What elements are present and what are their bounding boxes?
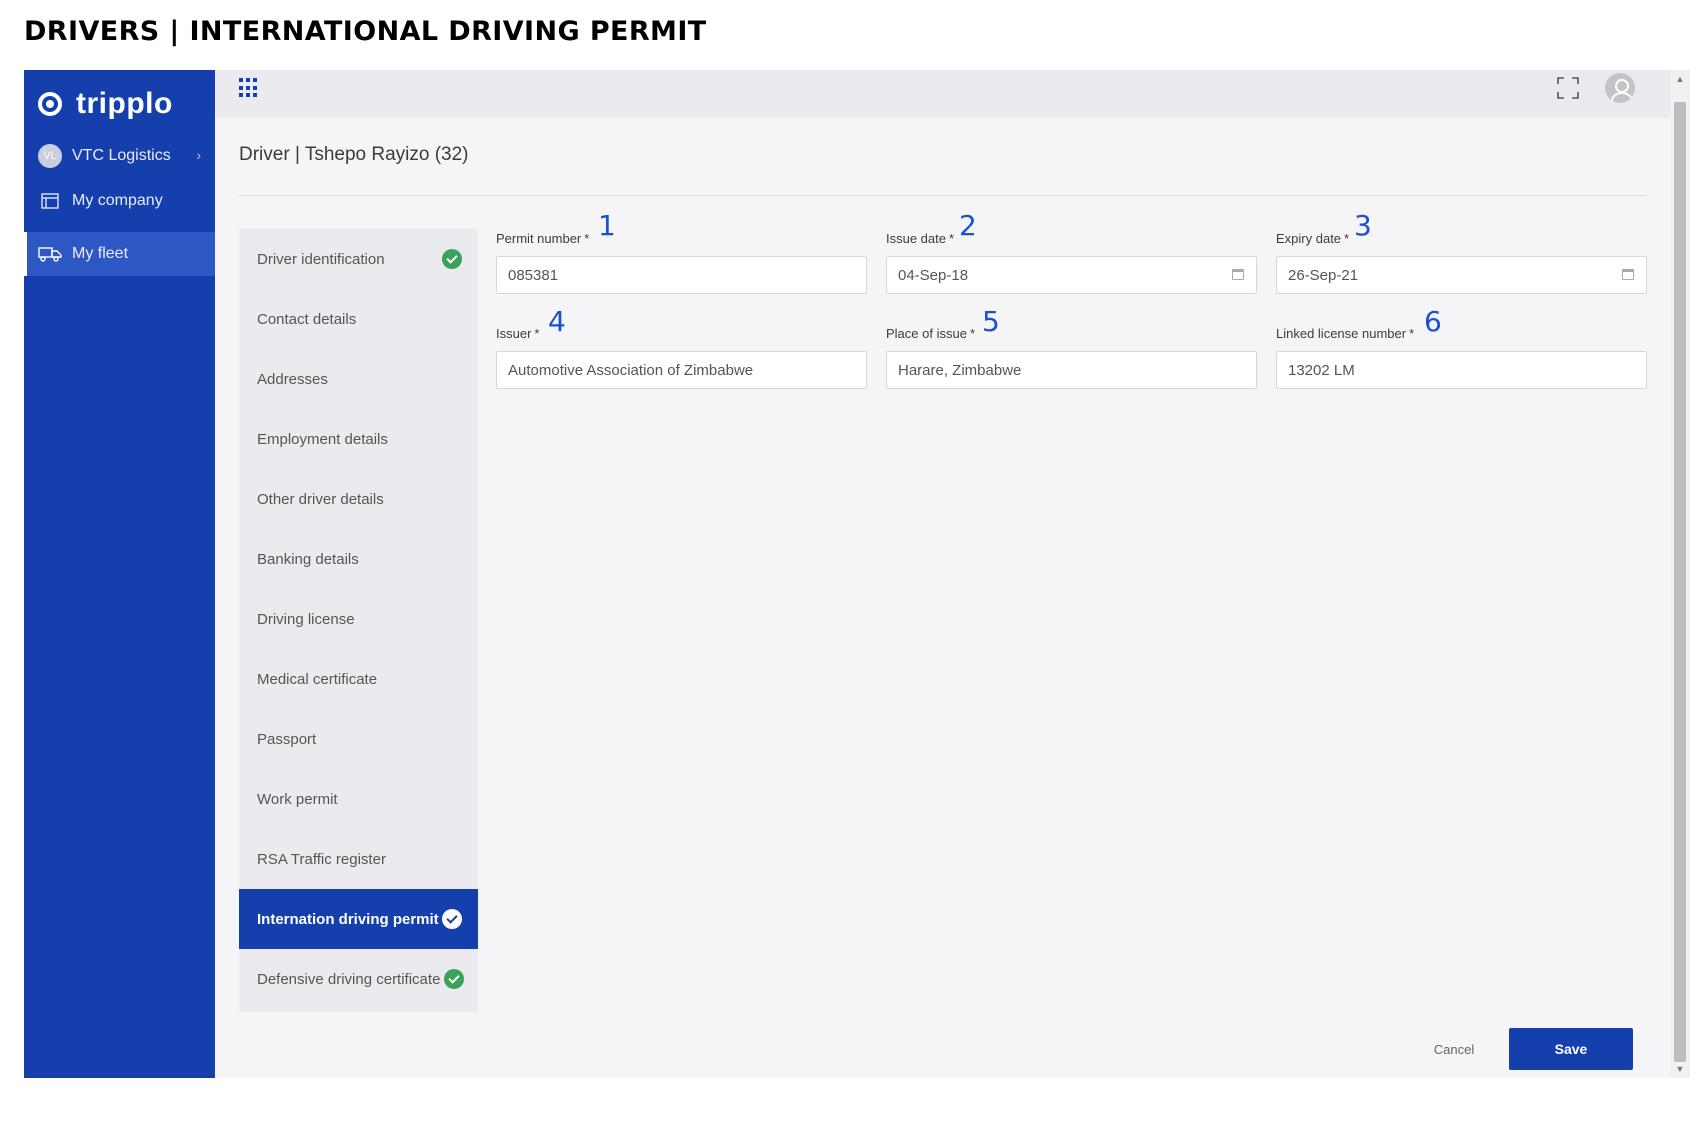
topbar: [215, 70, 1690, 118]
section-other-driver-details[interactable]: Other driver details: [239, 469, 478, 529]
section-driving-license[interactable]: Driving license: [239, 589, 478, 649]
logo-text: tripplo: [76, 87, 173, 120]
building-icon: [38, 189, 62, 213]
place-of-issue-input[interactable]: Harare, Zimbabwe: [886, 351, 1257, 389]
section-label: Passport: [257, 730, 317, 748]
calendar-icon[interactable]: [1232, 269, 1244, 280]
fullscreen-icon[interactable]: [1557, 77, 1579, 99]
section-label: Driving license: [257, 610, 355, 628]
company-avatar: VL: [38, 144, 62, 168]
page-title: Driver | Tshepo Rayizo (32): [239, 144, 469, 165]
section-work-permit[interactable]: Work permit: [239, 769, 478, 829]
permit-number-input[interactable]: 085381: [496, 256, 867, 294]
issuer-label: Issuer *: [496, 326, 540, 341]
section-addresses[interactable]: Addresses: [239, 349, 478, 409]
expiry-date-input[interactable]: 26-Sep-21: [1276, 256, 1647, 294]
section-label: Defensive driving certificate: [257, 970, 441, 988]
sidebar-item-my-fleet[interactable]: My fleet: [24, 232, 215, 276]
sidebar-item-my-company[interactable]: My company: [24, 179, 215, 223]
section-label: Internation driving permit: [257, 910, 439, 928]
section-defensive-driving-certificate[interactable]: Defensive driving certificate: [239, 949, 478, 1009]
cancel-button[interactable]: Cancel: [1424, 1038, 1484, 1062]
apps-grid-icon[interactable]: [239, 78, 259, 98]
scroll-up-arrow[interactable]: ▲: [1675, 74, 1685, 84]
place-of-issue-label: Place of issue *: [886, 326, 975, 341]
calendar-icon[interactable]: [1622, 269, 1634, 280]
section-medical-certificate[interactable]: Medical certificate: [239, 649, 478, 709]
section-nav: Driver identification Contact details Ad…: [239, 229, 478, 1012]
section-label: Contact details: [257, 310, 357, 328]
issue-date-label: Issue date *: [886, 231, 955, 246]
section-driver-identification[interactable]: Driver identification: [239, 229, 478, 289]
section-label: Addresses: [257, 370, 328, 388]
issue-date-input[interactable]: 04-Sep-18: [886, 256, 1257, 294]
check-circle-icon: [442, 249, 462, 269]
company-initials: VL: [38, 144, 62, 168]
permit-number-label: Permit number *: [496, 231, 590, 246]
page-heading: DRIVERS | INTERNATIONAL DRIVING PERMIT: [24, 16, 707, 47]
section-contact-details[interactable]: Contact details: [239, 289, 478, 349]
section-passport[interactable]: Passport: [239, 709, 478, 769]
callout-marker: 3: [1354, 209, 1372, 242]
linked-license-number-label: Linked license number *: [1276, 326, 1415, 341]
callout-marker: 4: [548, 305, 566, 338]
check-circle-icon: [444, 969, 464, 989]
section-label: Medical certificate: [257, 670, 378, 688]
sidebar-item-label: My company: [72, 192, 163, 209]
sidebar-item-company-switcher[interactable]: VL VTC Logistics ›: [24, 134, 215, 178]
chevron-right-icon: ›: [196, 147, 201, 163]
linked-license-number-input[interactable]: 13202 LM: [1276, 351, 1647, 389]
callout-marker: 6: [1424, 305, 1442, 338]
scroll-thumb[interactable]: [1674, 102, 1686, 1062]
sidebar: tripplo VL VTC Logistics › My company My…: [24, 70, 215, 1078]
section-label: Employment details: [257, 430, 388, 448]
section-label: Banking details: [257, 550, 359, 568]
section-label: Work permit: [257, 790, 338, 808]
issuer-input[interactable]: Automotive Association of Zimbabwe: [496, 351, 867, 389]
divider: [239, 195, 1647, 196]
section-international-driving-permit[interactable]: Internation driving permit: [239, 889, 478, 949]
scrollbar[interactable]: ▲ ▼: [1670, 70, 1690, 1078]
app-window: tripplo VL VTC Logistics › My company My…: [24, 70, 1690, 1078]
callout-marker: 2: [959, 209, 977, 242]
callout-marker: 1: [598, 209, 616, 242]
check-circle-icon: [442, 909, 462, 929]
sidebar-item-label: VTC Logistics: [72, 147, 171, 164]
save-button[interactable]: Save: [1509, 1028, 1633, 1070]
callout-marker: 5: [982, 305, 1000, 338]
expiry-date-label: Expiry date *: [1276, 231, 1350, 246]
logo-icon: [38, 92, 62, 116]
user-avatar-icon[interactable]: [1605, 73, 1635, 103]
section-label: RSA Traffic register: [257, 850, 386, 868]
scroll-down-arrow[interactable]: ▼: [1675, 1064, 1685, 1074]
truck-icon: [38, 242, 62, 266]
section-employment-details[interactable]: Employment details: [239, 409, 478, 469]
section-banking-details[interactable]: Banking details: [239, 529, 478, 589]
sidebar-item-label: My fleet: [72, 245, 129, 262]
section-rsa-traffic-register[interactable]: RSA Traffic register: [239, 829, 478, 889]
logo[interactable]: tripplo: [38, 86, 173, 122]
section-label: Other driver details: [257, 490, 384, 508]
section-label: Driver identification: [257, 250, 385, 268]
